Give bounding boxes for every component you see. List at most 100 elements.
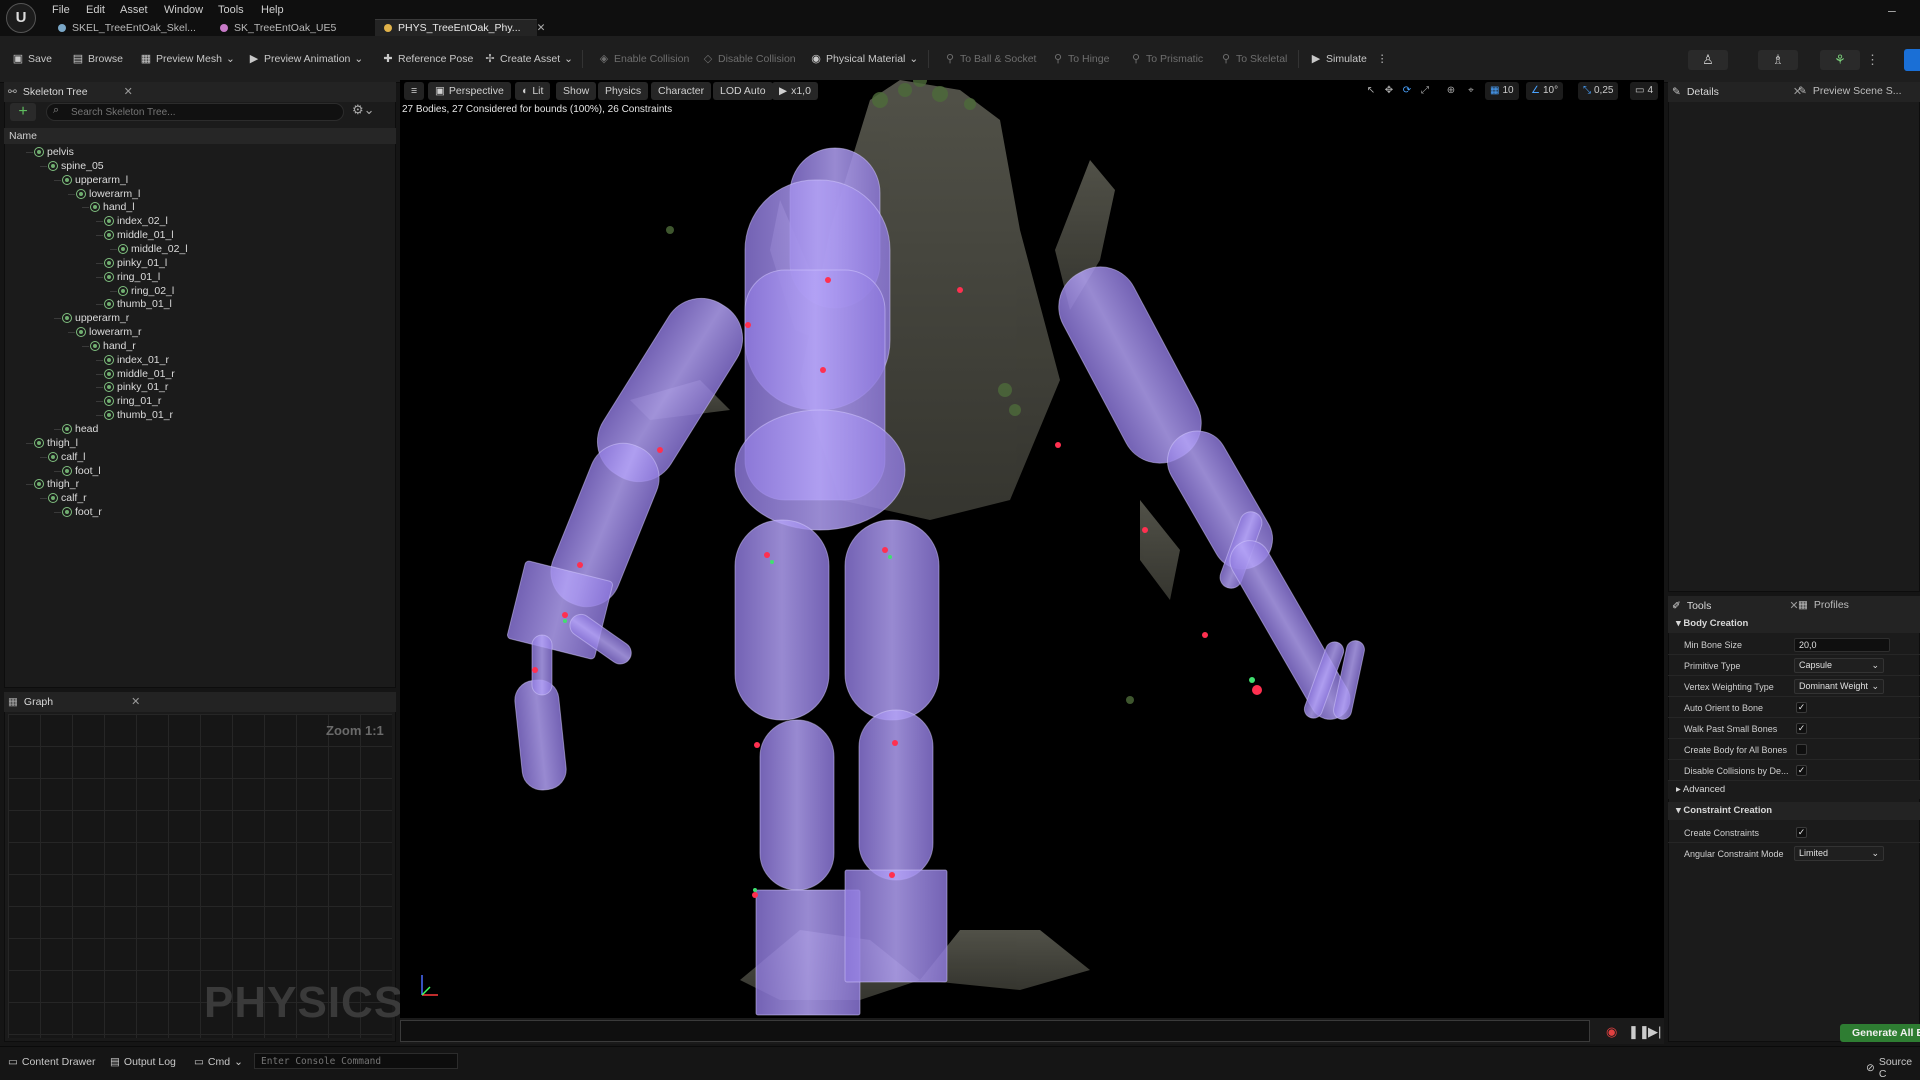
bone-thumb-01-r[interactable]: thumb_01_r — [104, 409, 173, 421]
to-ball-socket-button[interactable]: ⚲ To Ball & Socket — [944, 53, 1036, 65]
physics-button[interactable]: Physics — [598, 82, 649, 100]
create-body-all-checkbox[interactable] — [1796, 744, 1807, 755]
console-command-input[interactable] — [254, 1053, 458, 1069]
create-asset-button[interactable]: ✢ Create Asset ⌄ — [484, 53, 573, 65]
bone-index-01-r[interactable]: index_01_r — [104, 354, 169, 366]
doc-tab-physics[interactable]: PHYS_TreeEntOak_Phy... ✕ — [384, 20, 545, 36]
bone-calf-l[interactable]: calf_l — [48, 451, 86, 463]
close-tab-icon[interactable]: ✕ — [537, 22, 546, 34]
constraint-creation-section[interactable]: ▾ Constraint Creation — [1668, 802, 1920, 820]
physical-material-button[interactable]: ◉ Physical Material ⌄ — [810, 53, 918, 65]
close-icon[interactable]: ✕ — [124, 85, 133, 98]
pause-icon[interactable]: ❚❚ — [1628, 1024, 1650, 1040]
content-drawer-button[interactable]: ▭ Content Drawer — [8, 1056, 95, 1068]
doc-tab-skeleton[interactable]: SKEL_TreeEntOak_Skel... — [58, 20, 196, 36]
create-constraints-checkbox[interactable]: ✓ — [1796, 827, 1807, 838]
scale-snap-toggle[interactable]: ⤡ 0,25 — [1578, 82, 1619, 100]
skeleton-mode-icon[interactable]: ♙ — [1688, 50, 1728, 70]
advanced-section[interactable]: ▸ Advanced — [1668, 781, 1920, 799]
bone-pinky-01-r[interactable]: pinky_01_r — [104, 381, 168, 393]
bone-hand-r[interactable]: hand_r — [90, 340, 136, 352]
tools-tab[interactable]: ✐ Tools ✕ — [1672, 599, 1799, 613]
disable-collisions-checkbox[interactable]: ✓ — [1796, 765, 1807, 776]
body-creation-section[interactable]: ▾ Body Creation — [1668, 615, 1920, 633]
save-button[interactable]: ▣ Save — [12, 53, 52, 65]
bone-lowerarm-l[interactable]: lowerarm_l — [76, 188, 140, 200]
bone-calf-r[interactable]: calf_r — [48, 492, 87, 504]
graph-tab[interactable]: ▦ Graph ✕ — [8, 695, 140, 709]
reference-pose-button[interactable]: ✚ Reference Pose — [382, 53, 473, 65]
surface-snap-icon[interactable]: ⌖ — [1463, 83, 1479, 99]
bone-thigh-l[interactable]: thigh_l — [34, 437, 78, 449]
rotate-tool-icon[interactable]: ⟳ — [1399, 83, 1415, 99]
source-control-button[interactable]: ⊘ Source C — [1866, 1056, 1920, 1080]
bone-pinky-01-l[interactable]: pinky_01_l — [104, 257, 167, 269]
bone-index-02-l[interactable]: index_02_l — [104, 215, 168, 227]
mesh-mode-icon[interactable]: ♗ — [1758, 50, 1798, 70]
preview-scene-tab[interactable]: ✎ Preview Scene S... — [1798, 85, 1902, 97]
show-button[interactable]: Show — [556, 82, 597, 100]
generate-all-bodies-button[interactable]: Generate All Bodies — [1840, 1024, 1920, 1042]
to-hinge-button[interactable]: ⚲ To Hinge — [1052, 53, 1109, 65]
add-bone-button[interactable]: + — [10, 103, 36, 121]
bone-lowerarm-r[interactable]: lowerarm_r — [76, 326, 142, 338]
bone-foot-l[interactable]: foot_l — [62, 465, 101, 477]
bone-ring-01-r[interactable]: ring_01_r — [104, 395, 161, 407]
walk-past-checkbox[interactable]: ✓ — [1796, 723, 1807, 734]
menu-window[interactable]: Window — [164, 4, 203, 16]
preview-animation-button[interactable]: ▶ Preview Animation ⌄ — [248, 53, 363, 65]
enable-collision-button[interactable]: ◈ Enable Collision — [598, 53, 690, 65]
menu-help[interactable]: Help — [261, 4, 284, 16]
lit-button[interactable]: ◐ Lit — [515, 82, 551, 100]
menu-tools[interactable]: Tools — [218, 4, 244, 16]
skeleton-tree-tab[interactable]: ⚯ Skeleton Tree ✕ — [8, 85, 133, 99]
bone-spine-05[interactable]: spine_05 — [48, 160, 104, 172]
bone-foot-r[interactable]: foot_r — [62, 506, 102, 518]
skeleton-search-input[interactable] — [46, 103, 344, 121]
more-options-icon[interactable]: ⋮ — [1377, 53, 1388, 65]
menu-edit[interactable]: Edit — [86, 4, 105, 16]
browse-button[interactable]: ▤ Browse — [72, 53, 123, 65]
close-icon[interactable]: ✕ — [131, 695, 140, 708]
to-skeletal-button[interactable]: ⚲ To Skeletal — [1220, 53, 1287, 65]
bone-upperarm-r[interactable]: upperarm_r — [62, 312, 129, 324]
auto-orient-checkbox[interactable]: ✓ — [1796, 702, 1807, 713]
bone-head[interactable]: head — [62, 423, 98, 435]
profiles-tab[interactable]: ▦ Profiles — [1798, 599, 1849, 611]
viewport[interactable] — [400, 80, 1664, 1018]
grid-snap-toggle[interactable]: ▦ 10 — [1485, 82, 1519, 100]
rotation-snap-toggle[interactable]: ∠ 10° — [1526, 82, 1564, 100]
timeline-scrubber[interactable] — [400, 1020, 1590, 1042]
preview-mesh-button[interactable]: ▦ Preview Mesh ⌄ — [140, 53, 235, 65]
record-icon[interactable]: ◉ — [1606, 1024, 1617, 1040]
doc-tab-mesh[interactable]: SK_TreeEntOak_UE5 — [220, 20, 336, 36]
scale-tool-icon[interactable]: ⤢ — [1417, 83, 1433, 99]
unreal-logo-icon[interactable]: U — [6, 3, 36, 33]
menu-file[interactable]: File — [52, 4, 70, 16]
bone-thumb-01-l[interactable]: thumb_01_l — [104, 298, 172, 310]
perspective-button[interactable]: ▣ Perspective — [428, 82, 511, 100]
mode-options-icon[interactable]: ⋮ — [1866, 52, 1879, 68]
character-button[interactable]: Character — [651, 82, 712, 100]
animation-mode-icon[interactable]: ⚘ — [1820, 50, 1860, 70]
bone-hand-l[interactable]: hand_l — [90, 201, 135, 213]
bone-upperarm-l[interactable]: upperarm_l — [62, 174, 128, 186]
bone-ring-01-l[interactable]: ring_01_l — [104, 271, 160, 283]
world-space-icon[interactable]: ⊕ — [1443, 83, 1459, 99]
bone-middle-01-r[interactable]: middle_01_r — [104, 368, 175, 380]
cmd-button[interactable]: ▭ Cmd ⌄ — [194, 1056, 243, 1068]
minimize-icon[interactable]: – — [1888, 2, 1896, 18]
min-bone-size-input[interactable]: 20,0 — [1794, 638, 1890, 652]
step-forward-icon[interactable]: ▶| — [1648, 1024, 1661, 1040]
translate-tool-icon[interactable]: ✥ — [1381, 83, 1397, 99]
details-tab[interactable]: ✎ Details ✕ — [1672, 85, 1802, 99]
gear-icon[interactable]: ⚙⌄ — [352, 102, 375, 118]
vertex-weighting-select[interactable]: Dominant Weight ⌄ — [1794, 679, 1884, 694]
bone-middle-02-l[interactable]: middle_02_l — [118, 243, 188, 255]
output-log-button[interactable]: ▤ Output Log — [110, 1056, 176, 1068]
viewport-menu-button[interactable]: ≡ — [404, 82, 425, 100]
lod-button[interactable]: LOD Auto — [713, 82, 773, 100]
disable-collision-button[interactable]: ◇ Disable Collision — [702, 53, 796, 65]
bone-pelvis[interactable]: pelvis — [34, 146, 74, 158]
physics-mode-button[interactable] — [1904, 49, 1920, 71]
